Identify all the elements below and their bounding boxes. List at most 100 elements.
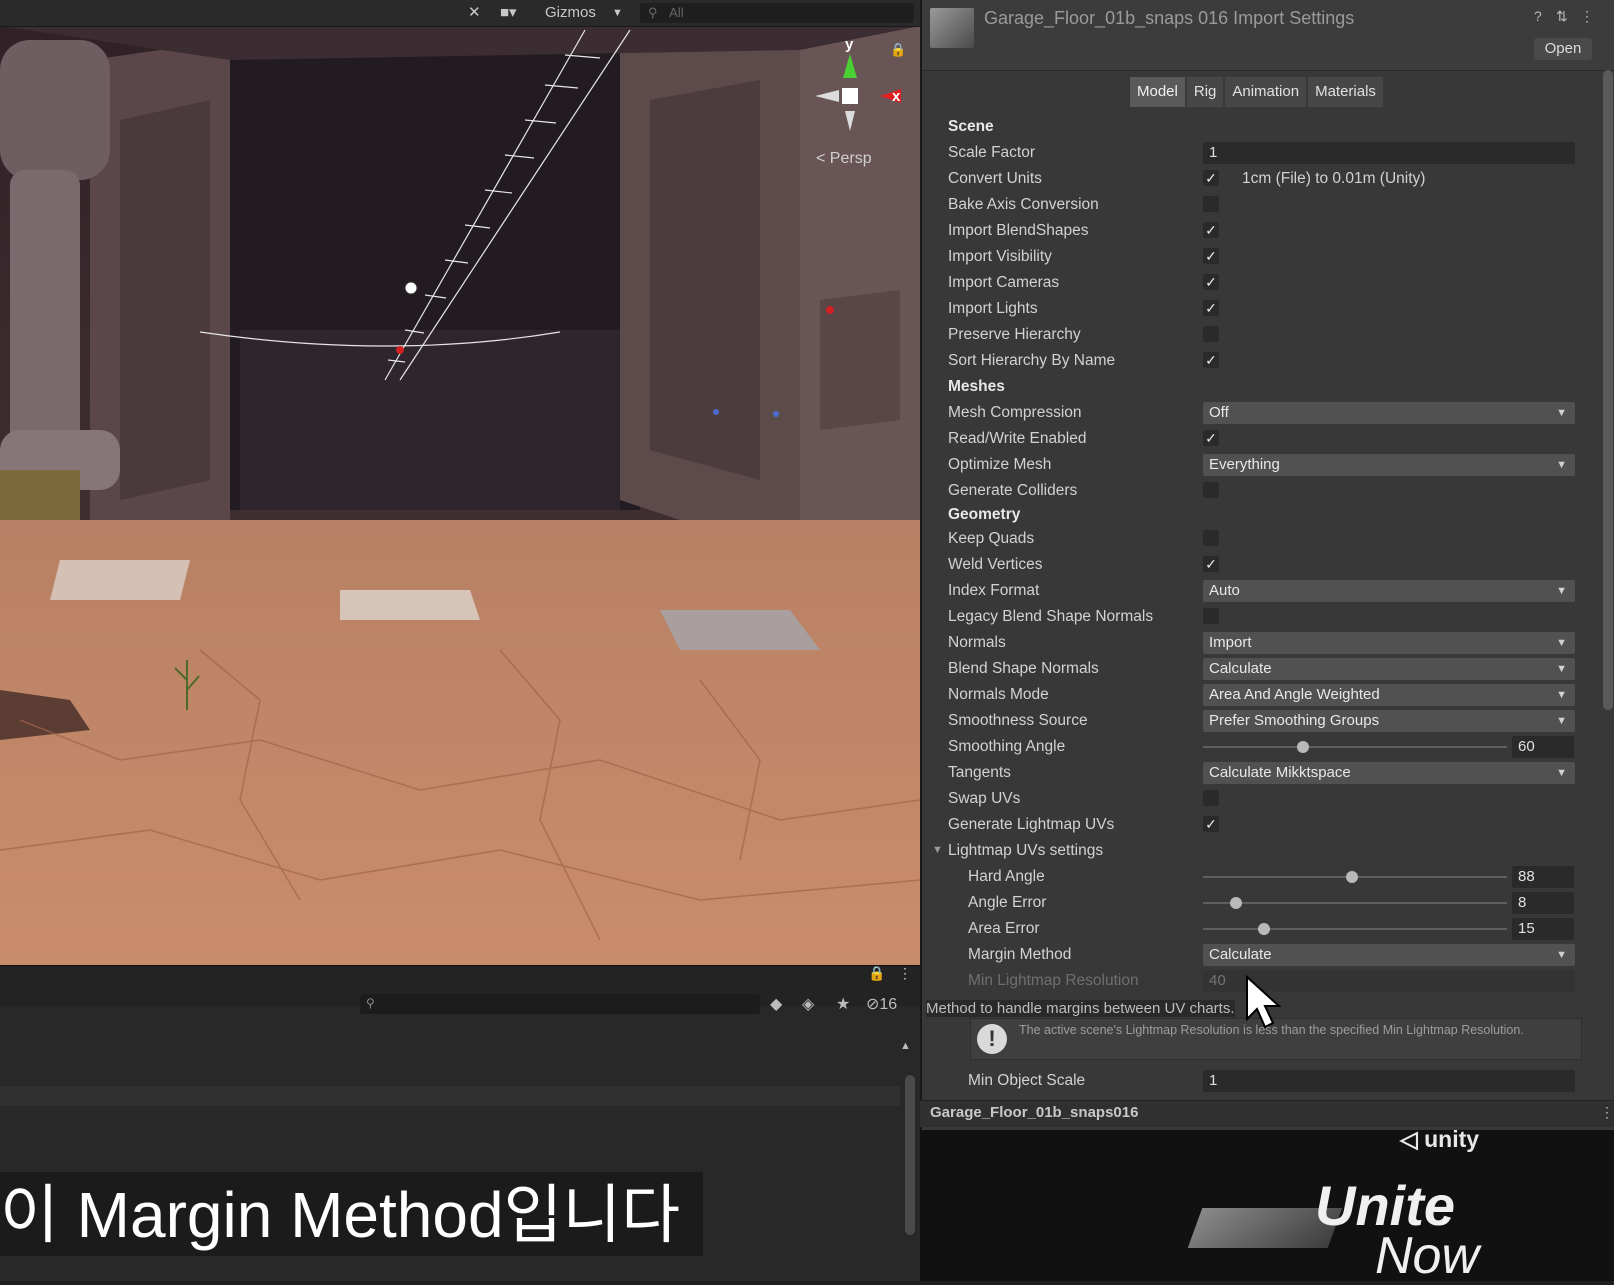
inspector-panel: Garage_Floor_01b_snaps 016 Import Settin… — [920, 0, 1614, 1130]
warning-icon: ! — [977, 1024, 1007, 1054]
hierarchy-scrollbar[interactable] — [905, 1075, 915, 1235]
hierarchy-search-input[interactable]: ⚲ — [360, 994, 760, 1014]
optimize-mesh-row: Optimize Mesh Everything ▼ — [922, 452, 1582, 478]
angle-error-slider[interactable] — [1203, 902, 1507, 904]
smoothness-source-row: Smoothness Source Prefer Smoothing Groups… — [922, 708, 1582, 734]
asset-menu-icon[interactable]: ⋮ — [1600, 1104, 1614, 1121]
legacy-blend-checkbox[interactable] — [1203, 608, 1219, 624]
index-format-row: Index Format Auto ▼ — [922, 578, 1582, 604]
foldout-triangle-icon[interactable]: ▼ — [932, 844, 943, 856]
normals-mode-dropdown[interactable]: Area And Angle Weighted ▼ — [1203, 684, 1575, 706]
tab-rig[interactable]: Rig — [1186, 77, 1224, 107]
smoothing-angle-input[interactable]: 60 — [1512, 736, 1574, 758]
smoothing-angle-knob[interactable] — [1297, 741, 1310, 753]
hierarchy-row[interactable] — [0, 1086, 900, 1106]
camera-icon[interactable]: ■▾ — [500, 3, 517, 23]
weld-vertices-checkbox[interactable]: ✓ — [1203, 556, 1219, 572]
scene-render — [0, 0, 920, 965]
import-cameras-checkbox[interactable]: ✓ — [1203, 274, 1219, 290]
angle-error-knob[interactable] — [1230, 897, 1243, 909]
hard-angle-input[interactable]: 88 — [1512, 866, 1574, 888]
swap-uvs-checkbox[interactable] — [1203, 790, 1219, 806]
smoothing-angle-row: Smoothing Angle 60 — [922, 734, 1582, 760]
weld-vertices-label: Weld Vertices — [948, 556, 1043, 573]
import-tabs: Model Rig Animation Materials — [1130, 77, 1385, 107]
scene-section: Scene — [922, 114, 1582, 140]
preset-icon[interactable]: ⇅ — [1556, 8, 1568, 25]
kebab-menu-icon[interactable]: ⋮ — [1580, 8, 1594, 25]
filter-type-icon[interactable]: ◆ — [770, 994, 782, 1014]
gizmos-button[interactable]: Gizmos — [545, 3, 596, 23]
scroll-up-icon[interactable]: ▲ — [900, 1040, 911, 1052]
tangents-label: Tangents — [948, 764, 1011, 781]
open-button[interactable]: Open — [1534, 38, 1592, 60]
area-error-knob[interactable] — [1257, 923, 1270, 935]
axis-x-label: x — [892, 88, 901, 105]
angle-error-input[interactable]: 8 — [1512, 892, 1574, 914]
tangents-value: Calculate Mikktspace — [1209, 764, 1351, 781]
normals-label: Normals — [948, 634, 1006, 651]
normals-dropdown[interactable]: Import ▼ — [1203, 632, 1575, 654]
hard-angle-row: Hard Angle 88 — [922, 864, 1582, 890]
sort-hierarchy-checkbox[interactable]: ✓ — [1203, 352, 1219, 368]
blend-shape-normals-dropdown[interactable]: Calculate ▼ — [1203, 658, 1575, 680]
chevron-down-icon: ▼ — [1556, 407, 1567, 419]
scene-search-input[interactable]: ⚲ All — [640, 3, 914, 23]
panel-lock-icon[interactable]: 🔒 — [868, 965, 885, 982]
tab-materials[interactable]: Materials — [1308, 77, 1383, 107]
inspector-scrollbar[interactable] — [1603, 70, 1613, 710]
mesh-compression-label: Mesh Compression — [948, 404, 1082, 421]
scene-view[interactable]: y x 🔒 < Persp ✕ ■▾ Gizmos ▼ ⚲ All — [0, 0, 920, 965]
help-icon[interactable]: ? — [1534, 8, 1542, 24]
convert-units-checkbox[interactable]: ✓ — [1203, 170, 1219, 186]
optimize-mesh-dropdown[interactable]: Everything ▼ — [1203, 454, 1575, 476]
generate-lightmap-uvs-checkbox[interactable]: ✓ — [1203, 816, 1219, 832]
tab-model[interactable]: Model — [1130, 77, 1185, 107]
generate-colliders-checkbox[interactable] — [1203, 482, 1219, 498]
lightmap-uvs-settings-foldout[interactable]: ▼ Lightmap UVs settings — [922, 838, 1582, 864]
min-lightmap-resolution-label: Min Lightmap Resolution — [968, 972, 1139, 989]
video-subtitle: 이 Margin Method입니다 — [0, 1179, 681, 1251]
min-object-scale-input[interactable]: 1 — [1203, 1070, 1575, 1092]
axis-y-label: y — [845, 36, 854, 53]
smoothness-source-dropdown[interactable]: Prefer Smoothing Groups ▼ — [1203, 710, 1575, 732]
smoothing-angle-slider[interactable] — [1203, 746, 1507, 748]
favorite-star-icon[interactable]: ★ — [836, 994, 850, 1014]
blend-shape-normals-value: Calculate — [1209, 660, 1272, 677]
hard-angle-knob[interactable] — [1345, 871, 1358, 883]
area-error-input[interactable]: 15 — [1512, 918, 1574, 940]
lock-icon[interactable]: 🔒 — [890, 42, 906, 58]
normals-row: Normals Import ▼ — [922, 630, 1582, 656]
chevron-down-icon: ▼ — [1556, 949, 1567, 961]
tab-animation[interactable]: Animation — [1225, 77, 1307, 107]
index-format-value: Auto — [1209, 582, 1240, 599]
chevron-down-icon: ▼ — [1556, 663, 1567, 675]
area-error-slider[interactable] — [1203, 928, 1507, 930]
tools-icon[interactable]: ✕ — [468, 3, 481, 23]
tooltip: Method to handle margins between UV char… — [926, 1000, 1235, 1017]
bake-axis-checkbox[interactable] — [1203, 196, 1219, 212]
gizmos-dropdown-icon[interactable]: ▼ — [612, 3, 623, 23]
smoothness-source-value: Prefer Smoothing Groups — [1209, 712, 1380, 729]
mesh-compression-dropdown[interactable]: Off ▼ — [1203, 402, 1575, 424]
preserve-hierarchy-checkbox[interactable] — [1203, 326, 1219, 342]
unite-logo-text: Unite — [1315, 1174, 1455, 1237]
panel-menu-icon[interactable]: ⋮ — [898, 965, 912, 982]
read-write-checkbox[interactable]: ✓ — [1203, 430, 1219, 446]
import-visibility-checkbox[interactable]: ✓ — [1203, 248, 1219, 264]
chevron-down-icon: ▼ — [1556, 689, 1567, 701]
keep-quads-checkbox[interactable] — [1203, 530, 1219, 546]
hidden-eye-icon[interactable]: ⊘16 — [866, 994, 897, 1014]
persp-label[interactable]: < Persp — [816, 150, 872, 168]
unity-logo: ◁ unity — [1400, 1126, 1479, 1153]
index-format-dropdown[interactable]: Auto ▼ — [1203, 580, 1575, 602]
scale-factor-input[interactable]: 1 — [1203, 142, 1575, 164]
import-blendshapes-checkbox[interactable]: ✓ — [1203, 222, 1219, 238]
asset-name: Garage_Floor_01b_snaps016 — [930, 1104, 1139, 1121]
margin-method-dropdown[interactable]: Calculate ▼ — [1203, 944, 1575, 966]
import-lights-checkbox[interactable]: ✓ — [1203, 300, 1219, 316]
scale-factor-row: Scale Factor 1 — [922, 140, 1582, 166]
label-icon[interactable]: ◈ — [802, 994, 814, 1014]
preserve-hierarchy-row: Preserve Hierarchy — [922, 322, 1582, 348]
tangents-dropdown[interactable]: Calculate Mikktspace ▼ — [1203, 762, 1575, 784]
